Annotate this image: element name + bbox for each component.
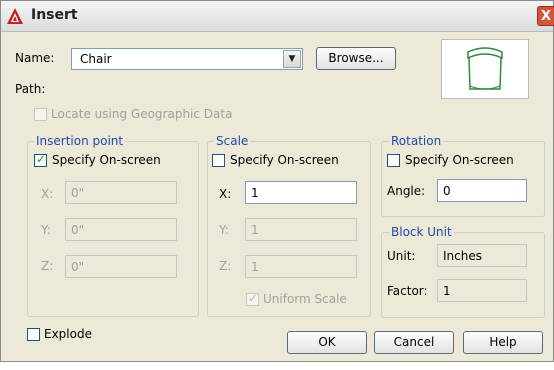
angle-label: Angle: xyxy=(387,184,426,198)
insertion-z-field[interactable]: 0" xyxy=(65,255,177,278)
scale-z-label: Z: xyxy=(219,259,232,273)
scale-z-field[interactable]: 1 xyxy=(245,255,357,278)
name-label: Name: xyxy=(15,51,55,65)
scale-x-label: X: xyxy=(219,187,232,201)
insertion-x-value: 0" xyxy=(71,186,85,200)
title-bar[interactable]: Insert X xyxy=(1,1,554,32)
scale-y-value: 1 xyxy=(251,223,259,237)
scale-x-field[interactable]: 1 xyxy=(245,181,357,204)
explode-label: Explode xyxy=(44,327,92,341)
help-label: Help xyxy=(489,335,517,349)
scale-z-value: 1 xyxy=(251,260,259,274)
insertion-x-label: X: xyxy=(41,187,54,201)
scale-y-field[interactable]: 1 xyxy=(245,218,357,241)
rotation-specify-label: Specify On-screen xyxy=(405,153,514,167)
insertion-y-field[interactable]: 0" xyxy=(65,218,177,241)
geo-label: Locate using Geographic Data xyxy=(51,107,233,121)
name-value: Chair xyxy=(80,52,112,66)
cancel-label: Cancel xyxy=(393,335,435,349)
chair-preview-symbol xyxy=(467,47,503,90)
insertion-z-label: Z: xyxy=(41,259,54,273)
help-button[interactable]: Help xyxy=(463,331,543,354)
scale-specify-label: Specify On-screen xyxy=(230,153,339,167)
path-label: Path: xyxy=(15,82,46,96)
uniform-scale-label: Uniform Scale xyxy=(263,292,347,306)
block-unit-title: Block Unit xyxy=(389,225,454,239)
browse-button[interactable]: Browse... xyxy=(316,47,396,70)
check-mark-icon: ✓ xyxy=(36,152,47,166)
scale-title: Scale xyxy=(214,134,251,148)
close-button[interactable]: X xyxy=(537,6,554,26)
insertion-point-title: Insertion point xyxy=(34,134,126,148)
insertion-specify-checkbox[interactable]: ✓ xyxy=(34,152,47,167)
scale-y-label: Y: xyxy=(219,223,229,237)
insertion-x-field[interactable]: 0" xyxy=(65,181,177,204)
explode-checkbox[interactable] xyxy=(27,328,40,341)
autocad-icon xyxy=(7,8,23,24)
angle-value: 0 xyxy=(443,184,451,198)
ok-button[interactable]: OK xyxy=(287,331,367,354)
insertion-z-value: 0" xyxy=(71,260,85,274)
rotation-title: Rotation xyxy=(389,134,444,148)
ok-label: OK xyxy=(318,335,336,349)
uniform-scale-checkbox[interactable]: ✓ xyxy=(246,291,259,306)
cancel-button[interactable]: Cancel xyxy=(374,331,454,354)
rotation-specify-checkbox[interactable] xyxy=(387,154,400,167)
check-mark-icon: ✓ xyxy=(248,291,259,305)
factor-label: Factor: xyxy=(387,284,428,298)
scale-specify-checkbox[interactable] xyxy=(212,154,225,167)
factor-field: 1 xyxy=(437,279,527,302)
insertion-y-value: 0" xyxy=(71,223,85,237)
block-preview xyxy=(441,39,529,99)
scale-x-value: 1 xyxy=(251,186,259,200)
factor-value: 1 xyxy=(443,284,451,298)
unit-field: Inches xyxy=(437,244,527,267)
name-combobox[interactable]: Chair ▼ xyxy=(71,48,303,70)
dialog-title: Insert xyxy=(31,7,78,23)
close-icon: X xyxy=(540,9,552,24)
insert-dialog: Insert X Name: Chair ▼ Browse... Path: L… xyxy=(0,0,554,362)
insertion-y-label: Y: xyxy=(41,223,51,237)
angle-field[interactable]: 0 xyxy=(437,179,527,202)
unit-value: Inches xyxy=(443,249,482,263)
unit-label: Unit: xyxy=(387,249,416,263)
geo-checkbox[interactable] xyxy=(34,108,47,121)
insertion-specify-label: Specify On-screen xyxy=(52,153,161,167)
browse-label: Browse... xyxy=(328,51,384,65)
chevron-down-icon[interactable]: ▼ xyxy=(283,50,301,68)
